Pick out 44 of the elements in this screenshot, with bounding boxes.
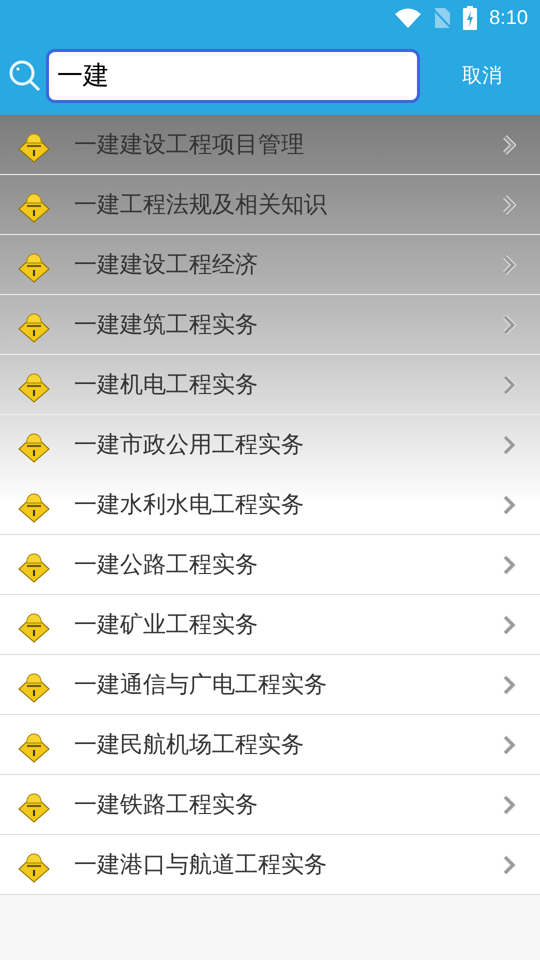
chevron-icon <box>502 314 516 336</box>
status-time: 8:10 <box>489 6 528 30</box>
result-item[interactable]: 一建通信与广电工程实务 <box>0 655 540 715</box>
chevron-icon <box>502 434 516 456</box>
chevron-icon <box>502 494 516 516</box>
chevron-icon <box>502 254 516 276</box>
result-title: 一建公路工程实务 <box>74 551 259 580</box>
result-item[interactable]: 一建机电工程实务 <box>0 355 540 415</box>
result-title: 一建港口与航道工程实务 <box>74 851 328 880</box>
battery-icon <box>463 6 478 30</box>
result-item[interactable]: 一建市政公用工程实务 <box>0 415 540 475</box>
chevron-icon <box>502 194 516 216</box>
chevron-icon <box>502 374 516 396</box>
chevron-icon <box>502 554 516 576</box>
result-title: 一建铁路工程实务 <box>74 791 259 820</box>
search-icon <box>8 58 42 92</box>
chevron-icon <box>502 734 516 756</box>
result-title: 一建工程法规及相关知识 <box>74 191 328 220</box>
result-title: 一建矿业工程实务 <box>74 611 259 640</box>
result-title: 一建建设工程项目管理 <box>74 131 305 160</box>
result-title: 一建机电工程实务 <box>74 371 259 400</box>
result-item[interactable]: 一建铁路工程实务 <box>0 775 540 835</box>
search-field[interactable]: 一建 <box>46 48 420 102</box>
result-item[interactable]: 一建建设工程经济 <box>0 235 540 295</box>
result-title: 一建市政公用工程实务 <box>74 431 305 460</box>
no-sim-icon <box>433 7 452 29</box>
result-title: 一建通信与广电工程实务 <box>74 671 328 700</box>
chevron-icon <box>502 674 516 696</box>
result-item[interactable]: 一建水利水电工程实务 <box>0 475 540 535</box>
result-title: 一建建筑工程实务 <box>74 311 259 340</box>
chevron-icon <box>502 854 516 876</box>
result-item[interactable]: 一建民航机场工程实务 <box>0 715 540 775</box>
result-item[interactable]: 一建港口与航道工程实务 <box>0 835 540 895</box>
wifi-icon <box>395 8 422 28</box>
chevron-icon <box>502 614 516 636</box>
result-title: 一建民航机场工程实务 <box>74 731 305 760</box>
result-title: 一建建设工程经济 <box>74 251 259 280</box>
result-item[interactable]: 一建矿业工程实务 <box>0 595 540 655</box>
chevron-icon <box>502 134 516 156</box>
chevron-icon <box>502 794 516 816</box>
result-item[interactable]: 一建建筑工程实务 <box>0 295 540 355</box>
result-item[interactable]: 一建工程法规及相关知识 <box>0 175 540 235</box>
result-item[interactable]: 一建公路工程实务 <box>0 535 540 595</box>
result-title: 一建水利水电工程实务 <box>74 491 305 520</box>
